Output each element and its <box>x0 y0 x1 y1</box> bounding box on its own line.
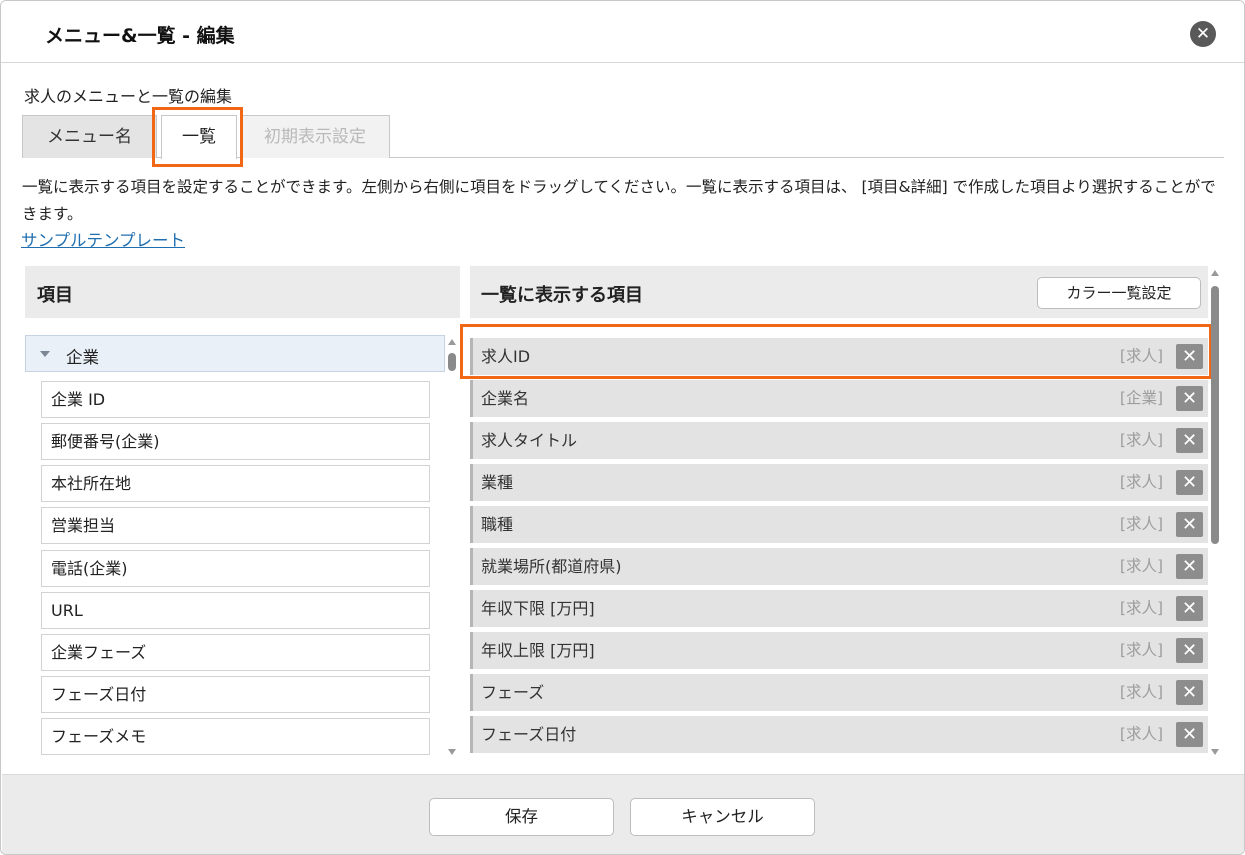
color-list-settings-button[interactable]: カラー一覧設定 <box>1037 277 1201 309</box>
table-row[interactable]: 企業名 [企業] ✕ <box>470 380 1208 417</box>
list-item[interactable]: フェーズ日付 <box>41 676 430 713</box>
list-item[interactable]: 電話(企業) <box>41 550 430 587</box>
item-label: 年収下限 [万円] <box>481 599 595 618</box>
table-row[interactable]: フェーズ日付 [求人] ✕ <box>470 716 1208 753</box>
item-label: フェーズ <box>481 683 545 702</box>
left-panel-header: 項目 <box>25 266 460 318</box>
item-label: 業種 <box>481 473 514 492</box>
save-button[interactable]: 保存 <box>429 798 614 836</box>
table-row[interactable]: 年収下限 [万円] [求人] ✕ <box>470 590 1208 627</box>
item-tag: [求人] <box>1119 641 1163 659</box>
close-icon[interactable]: ✕ <box>1176 680 1203 705</box>
list-item[interactable]: 本社所在地 <box>41 465 430 502</box>
item-tag: [求人] <box>1119 725 1163 743</box>
dialog-titlebar: メニュー&一覧 - 編集 ✕ <box>1 1 1244 63</box>
dialog-subtitle: 求人のメニューと一覧の編集 <box>24 87 233 106</box>
item-label: フェーズ日付 <box>481 725 577 744</box>
table-row[interactable]: フェーズ [求人] ✕ <box>470 674 1208 711</box>
right-panel-title: 一覧に表示する項目 <box>481 285 643 306</box>
right-panel-header: 一覧に表示する項目 カラー一覧設定 <box>470 266 1208 318</box>
close-icon[interactable]: ✕ <box>1176 386 1203 411</box>
tab-initial-display[interactable]: 初期表示設定 <box>240 115 390 158</box>
list-item[interactable]: 企業 ID <box>41 381 430 418</box>
scroll-down-icon[interactable] <box>448 749 456 755</box>
close-icon[interactable]: ✕ <box>1176 554 1203 579</box>
scroll-thumb[interactable] <box>1211 286 1219 544</box>
scroll-down-icon[interactable] <box>1211 749 1219 755</box>
item-label: 企業名 <box>481 389 530 408</box>
close-icon[interactable]: ✕ <box>1176 428 1203 453</box>
scroll-up-icon[interactable] <box>1211 270 1219 276</box>
group-label: 企業 <box>66 348 99 367</box>
list-item[interactable]: URL <box>41 592 430 629</box>
scroll-thumb[interactable] <box>448 353 456 371</box>
item-tag: [求人] <box>1119 515 1163 533</box>
item-tag: [求人] <box>1119 557 1163 575</box>
table-row[interactable]: 就業場所(都道府県) [求人] ✕ <box>470 548 1208 585</box>
close-icon[interactable]: ✕ <box>1190 21 1216 47</box>
list-item[interactable]: 企業フェーズ <box>41 634 430 671</box>
item-label: 年収上限 [万円] <box>481 641 595 660</box>
close-icon[interactable]: ✕ <box>1176 638 1203 663</box>
sample-template-link[interactable]: サンプルテンプレート <box>21 227 185 251</box>
tab-menu-name[interactable]: メニュー名 <box>22 115 157 158</box>
edit-dialog: メニュー&一覧 - 編集 ✕ 求人のメニューと一覧の編集 メニュー名 一覧 初期… <box>0 0 1245 855</box>
left-panel-title: 項目 <box>37 285 73 306</box>
dialog-footer: 保存 キャンセル <box>2 774 1244 854</box>
item-tag: [求人] <box>1119 683 1163 701</box>
right-scrollbar[interactable] <box>1209 266 1221 759</box>
table-row[interactable]: 業種 [求人] ✕ <box>470 464 1208 501</box>
list-item[interactable]: 営業担当 <box>41 507 430 544</box>
item-tag: [求人] <box>1119 431 1163 449</box>
table-row[interactable]: 年収上限 [万円] [求人] ✕ <box>470 632 1208 669</box>
available-items-list[interactable]: 企業 企業 ID 郵便番号(企業) 本社所在地 営業担当 電話(企業) URL … <box>25 335 445 759</box>
item-label: 職種 <box>481 515 514 534</box>
scroll-up-icon[interactable] <box>448 339 456 345</box>
item-tag: [求人] <box>1119 599 1163 617</box>
description-text: 一覧に表示する項目を設定することができます。左側から右側に項目をドラッグしてくだ… <box>22 178 1216 223</box>
triangle-down-icon[interactable] <box>40 351 50 357</box>
item-tag: [求人] <box>1119 473 1163 491</box>
close-icon[interactable]: ✕ <box>1176 512 1203 537</box>
tab-highlight-box <box>152 107 243 167</box>
close-icon[interactable]: ✕ <box>1176 722 1203 747</box>
displayed-items-list[interactable]: 求人ID [求人] ✕ 企業名 [企業] ✕ 求人タイトル [求人] ✕ 業種 … <box>470 335 1208 759</box>
group-row-company[interactable]: 企業 <box>25 335 445 372</box>
list-item[interactable]: 郵便番号(企業) <box>41 423 430 460</box>
close-icon[interactable]: ✕ <box>1176 470 1203 495</box>
close-icon[interactable]: ✕ <box>1176 596 1203 621</box>
dialog-title: メニュー&一覧 - 編集 <box>45 25 235 47</box>
item-tag: [企業] <box>1119 389 1163 407</box>
table-row[interactable]: 職種 [求人] ✕ <box>470 506 1208 543</box>
list-item[interactable]: フェーズメモ <box>41 718 430 755</box>
left-scrollbar[interactable] <box>446 335 458 759</box>
item-label: 就業場所(都道府県) <box>481 557 622 576</box>
row-highlight-box <box>460 324 1212 379</box>
cancel-button[interactable]: キャンセル <box>630 798 815 836</box>
table-row[interactable]: 求人タイトル [求人] ✕ <box>470 422 1208 459</box>
item-label: 求人タイトル <box>481 431 578 450</box>
